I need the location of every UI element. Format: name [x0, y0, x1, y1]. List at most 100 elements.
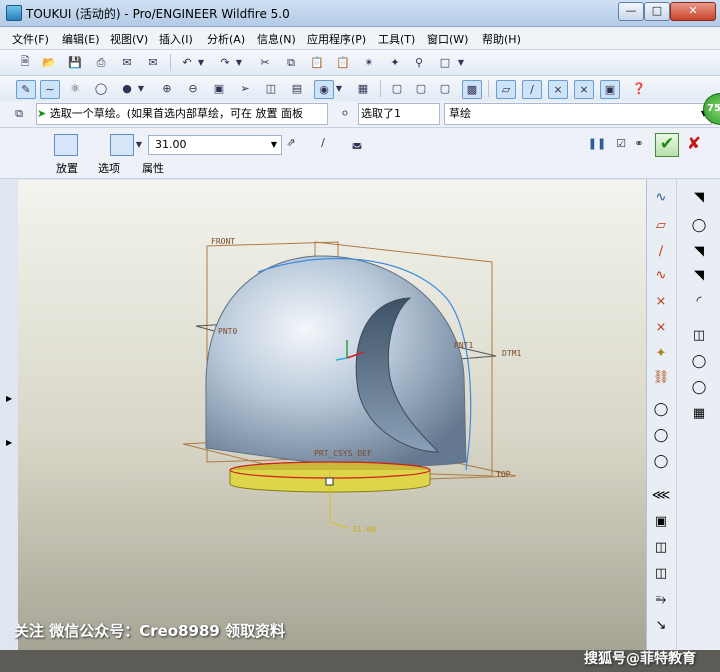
extend-icon[interactable]: ◫: [651, 538, 671, 556]
refit-icon[interactable]: ▣: [210, 80, 228, 97]
tab-properties[interactable]: 属性: [142, 160, 164, 176]
zoom-in-icon[interactable]: ⊕: [158, 80, 176, 97]
search-binoculars-icon[interactable]: ⚲: [410, 54, 428, 71]
cut-icon[interactable]: ✂: [256, 54, 274, 71]
csys-icon[interactable]: ⨯: [574, 80, 594, 99]
thicken-icon[interactable]: ◛: [348, 134, 366, 151]
tab-placement[interactable]: 放置: [56, 160, 78, 176]
tab-options[interactable]: 选项: [98, 160, 120, 176]
remove-material-icon[interactable]: ∕: [314, 134, 332, 151]
appearance-icon[interactable]: ●: [118, 80, 136, 97]
saved-views-icon[interactable]: ◫: [262, 80, 280, 97]
menu-insert[interactable]: 插入(I): [159, 31, 193, 47]
extrude-icon[interactable]: ◯: [689, 352, 709, 370]
message-pin-icon[interactable]: ⧉: [10, 105, 28, 122]
apply-button[interactable]: ✔: [655, 133, 679, 157]
menu-window[interactable]: 窗口(W): [427, 31, 468, 47]
find-icon[interactable]: ✦: [386, 54, 404, 71]
flip-direction-icon[interactable]: ⇗: [282, 134, 300, 151]
depth-option-dropdown-icon[interactable]: ▼: [134, 136, 144, 153]
csys-tool-icon[interactable]: ⨯: [651, 318, 671, 336]
datum-axis-icon[interactable]: ∕: [651, 242, 671, 260]
redo-icon[interactable]: ↷: [216, 54, 234, 71]
rib-icon[interactable]: ◥: [689, 242, 709, 260]
email-icon[interactable]: ✉: [118, 54, 136, 71]
wireframe-icon[interactable]: ▢: [388, 80, 406, 97]
redo-dropdown-icon[interactable]: ▼: [234, 54, 244, 71]
cancel-button[interactable]: ✘: [684, 133, 704, 155]
menu-edit[interactable]: 编辑(E): [62, 31, 100, 47]
datum-planes-icon[interactable]: ▱: [496, 80, 516, 99]
datum-plane-icon[interactable]: ▱: [651, 216, 671, 234]
depth-input[interactable]: 31.00 ▼: [148, 135, 282, 155]
chain-icon[interactable]: ⛓: [651, 368, 671, 386]
hole-icon[interactable]: ◥: [689, 188, 709, 206]
round-icon[interactable]: ◜: [689, 292, 709, 310]
revolve-icon[interactable]: ◯: [689, 378, 709, 396]
menu-tools[interactable]: 工具(T): [378, 31, 415, 47]
minimize-button[interactable]: —: [618, 2, 644, 21]
new-file-icon[interactable]: 🗎: [16, 54, 34, 71]
print-icon[interactable]: ⎙: [92, 54, 110, 71]
model-tree-icon[interactable]: ▦: [354, 80, 372, 97]
draft-icon[interactable]: ◥: [689, 266, 709, 284]
paste-special-icon[interactable]: 📋: [334, 54, 352, 71]
select-box-icon[interactable]: □: [436, 54, 454, 71]
undo-icon[interactable]: ↶: [178, 54, 196, 71]
select-dropdown-icon[interactable]: ▼: [456, 54, 466, 71]
preview-glasses-icon[interactable]: ⚭: [630, 135, 648, 152]
surface-type-button[interactable]: [80, 134, 104, 156]
layers-icon[interactable]: ▤: [288, 80, 306, 97]
spin-center-icon[interactable]: ⚛: [66, 80, 84, 97]
grid-icon[interactable]: ▦: [689, 404, 709, 422]
open-folder-icon[interactable]: 📂: [40, 54, 58, 71]
offset-icon[interactable]: ◫: [651, 564, 671, 582]
datum-points-icon[interactable]: ⨯: [548, 80, 568, 99]
reorient-icon[interactable]: ➢: [236, 80, 254, 97]
regenerate-icon[interactable]: ✴: [360, 54, 378, 71]
shell-icon[interactable]: ◯: [689, 216, 709, 234]
sketch-icon[interactable]: ∿: [651, 188, 671, 206]
close-button[interactable]: ✕: [670, 2, 716, 21]
thicken-feature-icon[interactable]: ⥱: [651, 590, 671, 608]
label-dimension[interactable]: 31.00: [352, 525, 376, 534]
datum-point-icon[interactable]: ⨯: [651, 292, 671, 310]
shading-icon[interactable]: ▩: [462, 80, 482, 99]
display-dropdown-icon[interactable]: ▼: [334, 80, 344, 97]
expand-left-icon-2[interactable]: ▶: [6, 438, 12, 447]
solid-type-button[interactable]: [54, 134, 78, 156]
preview-checkbox[interactable]: ☑: [612, 135, 630, 152]
datum-axes-icon[interactable]: ∕: [522, 80, 542, 99]
selection-filter[interactable]: 草绘 ▼: [444, 103, 712, 125]
model-canvas[interactable]: FRONT TOP DTM1 PNT0 PNT1 PRT_CSYS_DEF 31…: [18, 180, 646, 650]
sketch-mode-icon[interactable]: ✎: [16, 80, 36, 99]
paste-icon[interactable]: 📋: [308, 54, 326, 71]
orient-icon[interactable]: ◯: [92, 80, 110, 97]
copy-icon[interactable]: ⧉: [282, 54, 300, 71]
expand-left-icon[interactable]: ▶: [6, 394, 12, 403]
depth-option-button[interactable]: [110, 134, 134, 156]
solidify-icon[interactable]: ↘: [651, 616, 671, 634]
depth-dropdown-icon[interactable]: ▼: [271, 136, 277, 154]
menu-file[interactable]: 文件(F): [12, 31, 49, 47]
menu-applications[interactable]: 应用程序(P): [307, 31, 366, 47]
menu-analysis[interactable]: 分析(A): [207, 31, 245, 47]
menu-help[interactable]: 帮助(H): [482, 31, 521, 47]
appearance-dropdown-icon[interactable]: ▼: [136, 80, 146, 97]
paste-feature-icon[interactable]: ◯: [651, 426, 671, 444]
smart-selection-icon[interactable]: ⚪: [336, 105, 354, 122]
pause-icon[interactable]: ❚❚: [588, 135, 606, 152]
maximize-button[interactable]: □: [644, 2, 670, 21]
sketch-tool-icon[interactable]: ∼: [40, 80, 60, 99]
copy-feature-icon[interactable]: ◯: [651, 400, 671, 418]
mirror-feature-icon[interactable]: ◯: [651, 452, 671, 470]
drag-handle[interactable]: [325, 477, 334, 486]
merge-icon[interactable]: ⋘: [651, 486, 671, 504]
email-attach-icon[interactable]: ✉: [144, 54, 162, 71]
pattern-icon[interactable]: ◫: [689, 326, 709, 344]
annotations-icon[interactable]: ▣: [600, 80, 620, 99]
no-hidden-icon[interactable]: ▢: [436, 80, 454, 97]
datum-curve-icon[interactable]: ∿: [651, 266, 671, 284]
display-style-icon[interactable]: ◉: [314, 80, 334, 99]
trim-icon[interactable]: ▣: [651, 512, 671, 530]
